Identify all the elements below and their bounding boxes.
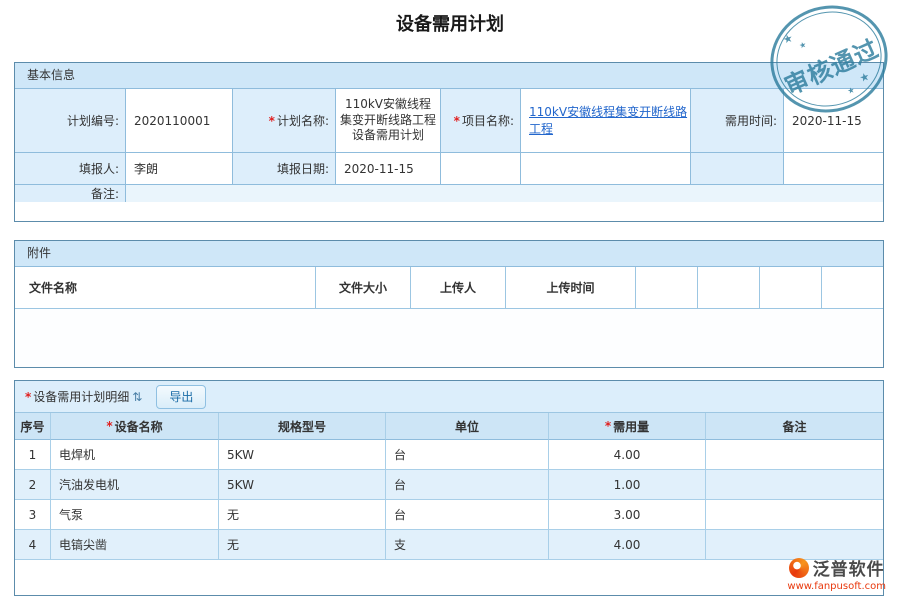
qty-cell: 1.00: [549, 470, 706, 500]
remark-column-header: 备注: [706, 413, 883, 440]
device-name-cell: 气泵: [51, 500, 219, 530]
table-row: 1 电焊机 5KW 台 4.00: [15, 440, 883, 470]
device-name-cell: 汽油发电机: [51, 470, 219, 500]
table-row: 3 气泵 无 台 3.00: [15, 500, 883, 530]
row-no-cell: 4: [15, 530, 51, 560]
star-icon: ★: [798, 40, 807, 51]
required-marker: *: [106, 419, 112, 433]
details-title: 设备需用计划明细: [33, 388, 129, 405]
spec-column-header: 规格型号: [219, 413, 386, 440]
empty-column-header: [636, 267, 698, 308]
unit-column-header: 单位: [386, 413, 549, 440]
basic-info-header: 基本信息: [15, 63, 883, 89]
details-section: * 设备需用计划明细 ⇅ 导出 序号 *设备名称 规格型号 单位 *需用量 备注…: [14, 380, 884, 596]
qty-column-header: *需用量: [549, 413, 706, 440]
plan-name-label: *计划名称:: [233, 89, 336, 153]
reporter-label: 填报人:: [15, 153, 126, 185]
unit-cell: 台: [386, 440, 549, 470]
unit-cell: 台: [386, 470, 549, 500]
empty-cell: [691, 153, 784, 185]
equipment-plan-page: 设备需用计划 审核通过 ★ ★ ★ ★ 基本信息 计划编号: 202011000…: [0, 0, 900, 600]
plan-no-label: 计划编号:: [15, 89, 126, 153]
table-row: 2 汽油发电机 5KW 台 1.00: [15, 470, 883, 500]
need-time-label: 需用时间:: [691, 89, 784, 153]
qty-cell: 3.00: [549, 500, 706, 530]
unit-cell: 台: [386, 500, 549, 530]
reporter-value: 李朗: [126, 153, 233, 185]
plan-no-value: 2020110001: [126, 89, 233, 153]
report-date-label: 填报日期:: [233, 153, 336, 185]
spec-cell: 5KW: [219, 470, 386, 500]
required-marker: *: [454, 114, 460, 128]
report-date-value: 2020-11-15: [336, 153, 441, 185]
device-name-column-header: *设备名称: [51, 413, 219, 440]
empty-column-header: [822, 267, 883, 308]
remark-cell: [706, 470, 883, 500]
attachments-header: 附件: [15, 241, 883, 267]
empty-column-header: [760, 267, 822, 308]
unit-cell: 支: [386, 530, 549, 560]
fanpu-logo: 泛普软件 www.fanpusoft.com: [787, 555, 886, 592]
row-no-cell: 1: [15, 440, 51, 470]
basic-info-section: 基本信息 计划编号: 2020110001 *计划名称: 110kV安徽线程集变…: [14, 62, 884, 222]
need-time-value: 2020-11-15: [784, 89, 883, 153]
device-name-cell: 电镐尖凿: [51, 530, 219, 560]
attachments-empty-body: [15, 309, 883, 367]
file-name-column-header: 文件名称: [15, 267, 316, 308]
basic-info-grid: 计划编号: 2020110001 *计划名称: 110kV安徽线程集变开断线路工…: [15, 89, 883, 202]
uploader-column-header: 上传人: [411, 267, 506, 308]
empty-column-header: [698, 267, 760, 308]
spec-cell: 无: [219, 530, 386, 560]
project-name-link[interactable]: 110kV安徽线程集变开断线路工程: [529, 104, 690, 136]
row-no-cell: 2: [15, 470, 51, 500]
empty-cell: [521, 153, 691, 185]
upload-time-column-header: 上传时间: [506, 267, 636, 308]
details-toolbar: * 设备需用计划明细 ⇅ 导出: [15, 381, 883, 413]
page-title: 设备需用计划: [0, 10, 900, 36]
project-name-cell: 110kV安徽线程集变开断线路工程: [521, 89, 691, 153]
device-name-cell: 电焊机: [51, 440, 219, 470]
attachments-section: 附件 文件名称 文件大小 上传人 上传时间: [14, 240, 884, 368]
empty-cell: [441, 153, 521, 185]
brand-name: 泛普软件: [813, 555, 885, 580]
spec-cell: 5KW: [219, 440, 386, 470]
table-row: 4 电镐尖凿 无 支 4.00: [15, 530, 883, 560]
remark-value: [126, 185, 883, 202]
required-marker: *: [269, 114, 275, 128]
fanpu-logo-icon: [789, 558, 809, 578]
remark-cell: [706, 440, 883, 470]
file-size-column-header: 文件大小: [316, 267, 411, 308]
export-button[interactable]: 导出: [156, 385, 206, 409]
plan-name-value: 110kV安徽线程集变开断线路工程设备需用计划: [336, 89, 441, 153]
no-column-header: 序号: [15, 413, 51, 440]
empty-cell: [784, 153, 883, 185]
required-marker: *: [605, 419, 611, 433]
row-no-cell: 3: [15, 500, 51, 530]
remark-cell: [706, 500, 883, 530]
required-marker: *: [25, 390, 31, 404]
sort-icon[interactable]: ⇅: [132, 390, 142, 404]
brand-url: www.fanpusoft.com: [787, 581, 886, 592]
details-header-row: 序号 *设备名称 规格型号 单位 *需用量 备注: [15, 413, 883, 440]
spec-cell: 无: [219, 500, 386, 530]
project-name-label: *项目名称:: [441, 89, 521, 153]
details-empty-footer: [15, 560, 883, 596]
attachments-header-row: 文件名称 文件大小 上传人 上传时间: [15, 267, 883, 309]
qty-cell: 4.00: [549, 530, 706, 560]
qty-cell: 4.00: [549, 440, 706, 470]
remark-label: 备注:: [15, 185, 126, 202]
